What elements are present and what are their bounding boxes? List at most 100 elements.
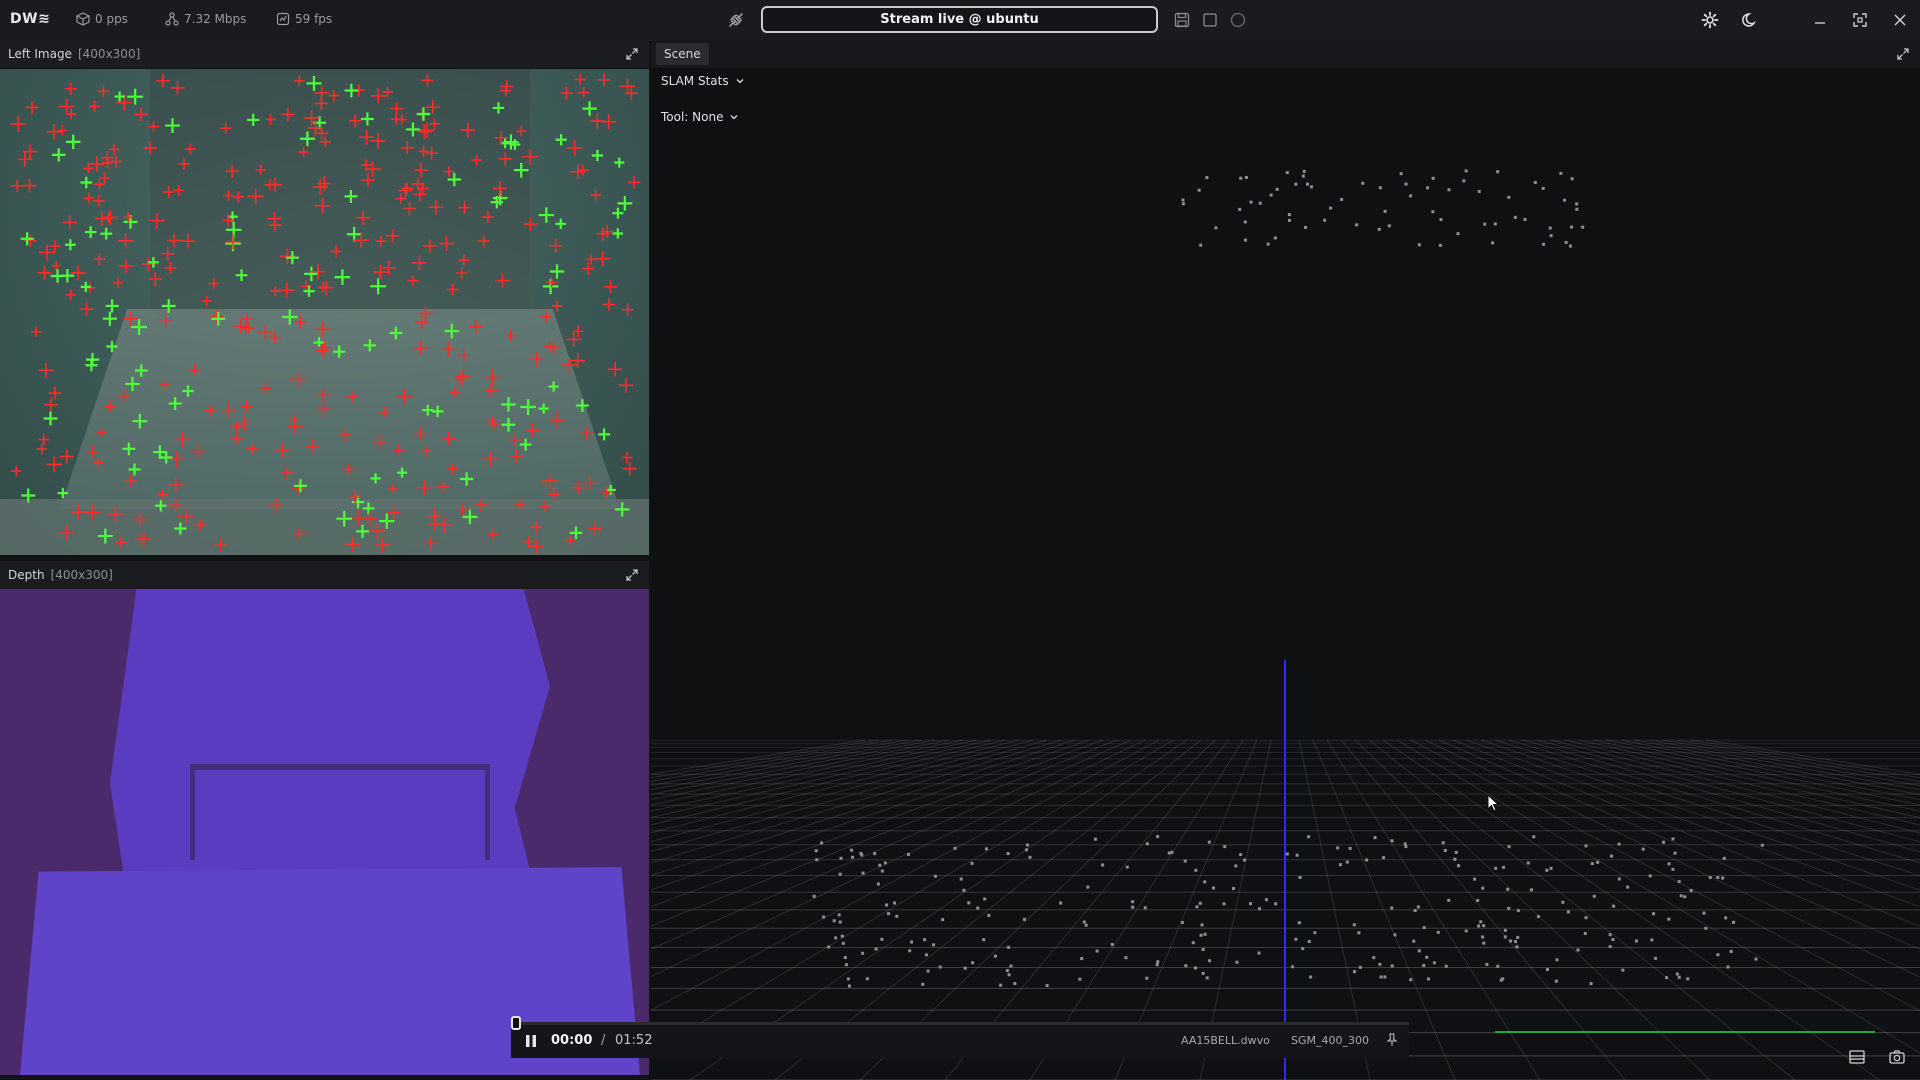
feature-marker	[38, 433, 50, 446]
map-point	[1298, 876, 1302, 880]
expand-icon[interactable]	[625, 47, 639, 61]
scene-viewport[interactable]	[651, 40, 1920, 1080]
map-point	[1485, 962, 1489, 966]
map-point	[1422, 963, 1426, 967]
save-button[interactable]	[1173, 11, 1191, 29]
feature-marker	[312, 179, 328, 195]
layout-icon[interactable]	[1848, 1048, 1866, 1066]
map-point	[1145, 842, 1149, 846]
tracked-feature-marker	[66, 134, 81, 150]
map-point	[1689, 889, 1693, 893]
bandwidth-stat: 7.32 Mbps	[165, 12, 246, 26]
feature-marker	[578, 86, 590, 99]
scene-tab[interactable]: Scene	[656, 43, 709, 65]
stream-selector[interactable]: Stream live @ ubuntu	[761, 6, 1158, 33]
map-point	[1671, 867, 1675, 871]
expand-icon[interactable]	[625, 568, 639, 582]
tracked-feature-marker	[612, 228, 624, 239]
map-point	[1352, 923, 1356, 927]
link-icon[interactable]	[726, 10, 746, 30]
feature-marker	[396, 388, 413, 404]
map-point	[1348, 846, 1352, 850]
tool-dropdown[interactable]: Tool: None	[661, 110, 739, 124]
feature-marker	[124, 474, 138, 488]
scene-3d-canvas[interactable]	[651, 40, 1920, 1080]
map-point	[1336, 846, 1340, 850]
map-point	[1554, 979, 1558, 983]
map-point	[1222, 902, 1226, 906]
tracked-feature-marker	[548, 381, 559, 392]
feature-marker	[208, 278, 220, 289]
map-point	[1307, 939, 1311, 943]
feature-marker	[97, 85, 110, 98]
feature-marker	[225, 164, 239, 178]
map-point	[1207, 840, 1211, 844]
tracked-feature-marker	[422, 404, 434, 416]
map-point	[924, 953, 928, 957]
progress-track[interactable]	[511, 1022, 1409, 1025]
map-point	[1507, 906, 1511, 910]
feature-marker	[402, 202, 417, 216]
map-point	[1082, 920, 1086, 924]
tracked-feature-marker	[334, 269, 351, 285]
map-point	[1183, 859, 1187, 863]
map-point	[1564, 240, 1568, 244]
map-point	[1532, 835, 1536, 839]
tracked-feature-marker	[501, 417, 516, 432]
feature-marker	[316, 388, 330, 402]
stop-button[interactable]	[1201, 11, 1219, 29]
settings-button[interactable]	[1701, 11, 1719, 29]
map-point	[874, 947, 878, 951]
tracked-feature-marker	[51, 148, 66, 162]
pin-icon[interactable]	[1385, 1033, 1399, 1047]
tracked-feature-marker	[513, 162, 529, 178]
timeline-activity-line	[1495, 1031, 1875, 1033]
feature-marker	[401, 182, 414, 195]
tracked-feature-marker	[60, 268, 75, 283]
map-point	[1549, 866, 1553, 870]
tracked-feature-marker	[520, 399, 536, 415]
tracked-feature-marker	[389, 326, 403, 340]
feature-marker	[88, 100, 101, 112]
tracked-feature-marker	[211, 312, 226, 326]
minimize-button[interactable]	[1811, 11, 1829, 29]
feature-marker	[174, 431, 191, 448]
map-point	[1526, 861, 1530, 865]
feature-marker	[560, 86, 573, 100]
map-point	[967, 901, 971, 905]
record-button[interactable]	[1229, 11, 1247, 29]
map-point	[812, 894, 816, 898]
moon-icon	[1742, 13, 1757, 27]
feature-marker	[516, 125, 527, 137]
camera-icon[interactable]	[1888, 1048, 1906, 1066]
fullscreen-button[interactable]	[1851, 11, 1869, 29]
map-point	[1093, 837, 1097, 841]
feature-marker	[79, 302, 94, 316]
packets-value: 0 pps	[95, 12, 128, 26]
feature-marker	[427, 516, 443, 532]
feature-marker	[413, 163, 429, 178]
progress-thumb[interactable]	[511, 1016, 521, 1030]
map-point	[1257, 907, 1261, 911]
feature-marker	[44, 397, 58, 412]
feature-marker	[102, 209, 118, 225]
map-point	[1506, 887, 1510, 891]
map-point	[1340, 197, 1344, 201]
slam-stats-dropdown[interactable]: SLAM Stats	[661, 74, 745, 88]
feature-marker	[62, 215, 77, 230]
feature-marker	[483, 451, 498, 467]
map-point	[1412, 939, 1416, 943]
expand-icon[interactable]	[1896, 47, 1910, 61]
theme-toggle-button[interactable]	[1741, 11, 1759, 29]
feature-marker	[413, 427, 427, 441]
close-button[interactable]	[1891, 11, 1909, 29]
map-point	[1501, 977, 1505, 981]
feature-marker	[350, 509, 367, 526]
current-time: 00:00	[551, 1033, 593, 1048]
map-point	[880, 937, 884, 941]
pause-icon[interactable]	[525, 1034, 537, 1048]
tracked-feature-marker	[80, 176, 93, 189]
map-point	[1302, 169, 1306, 173]
feature-marker	[373, 264, 388, 280]
map-point	[1244, 238, 1248, 242]
